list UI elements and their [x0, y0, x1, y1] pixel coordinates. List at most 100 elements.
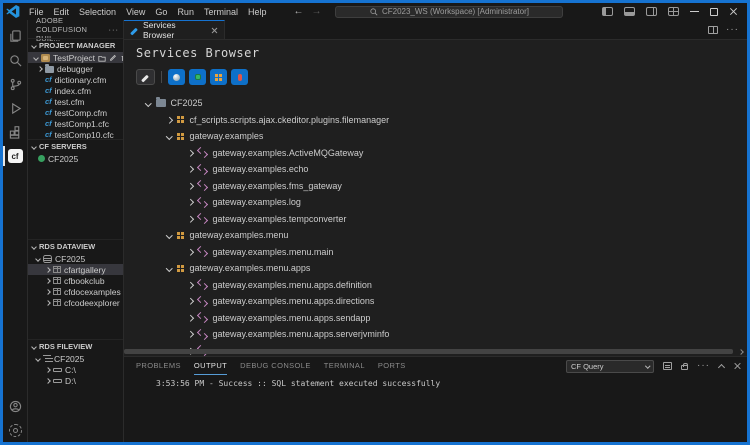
more-actions-icon[interactable]: ··· [726, 28, 739, 32]
tree-chevron-icon[interactable] [187, 331, 193, 337]
tree-chevron-icon[interactable] [166, 232, 172, 238]
restore-icon[interactable] [710, 8, 718, 16]
tab-problems[interactable]: PROBLEMS [136, 357, 181, 375]
lock-icon[interactable] [681, 365, 688, 370]
trash-icon[interactable] [120, 54, 123, 62]
toggle-panel-icon[interactable] [624, 7, 635, 16]
tree-chevron-icon[interactable] [166, 117, 172, 123]
output-log[interactable]: 3:53:56 PM - Success :: SQL statement ex… [124, 375, 747, 442]
tree-row[interactable]: gateway.examples.menu.apps.directions [136, 293, 747, 310]
back-arrow-icon[interactable]: ← [293, 6, 303, 17]
close-panel-icon[interactable] [733, 362, 741, 370]
edit-pencil-icon[interactable] [109, 54, 117, 62]
tree-row[interactable]: gateway.examples [136, 128, 747, 145]
tree-chevron-icon[interactable] [145, 100, 151, 106]
tree-chevron-icon[interactable] [166, 133, 172, 139]
coldfusion-extension-icon[interactable]: cf [3, 144, 28, 168]
sidebar-item-drive-d[interactable]: D:\ [28, 375, 123, 386]
menu-terminal[interactable]: Terminal [199, 5, 243, 19]
tab-terminal[interactable]: TERMINAL [324, 357, 365, 375]
toggle-sidebar-icon[interactable] [602, 7, 613, 16]
tree-row[interactable]: gateway.examples.menu [136, 227, 747, 244]
toggle-secondary-sidebar-icon[interactable] [646, 7, 657, 16]
tree-row[interactable]: gateway.examples.menu.main [136, 244, 747, 261]
filter-webservices-button[interactable] [168, 69, 185, 85]
settings-gear-icon[interactable] [3, 418, 28, 442]
sidebar-item-test[interactable]: cftest.cfm [28, 96, 123, 107]
tree-chevron-icon[interactable] [187, 216, 193, 222]
extensions-icon[interactable] [3, 120, 28, 144]
tree-chevron-icon[interactable] [187, 199, 193, 205]
explorer-icon[interactable] [3, 24, 28, 48]
sidebar-item-testproject[interactable]: TestProject [28, 52, 123, 63]
tree-row[interactable]: gateway.examples.tempconverter [136, 211, 747, 228]
project-manager-header[interactable]: PROJECT MANAGER [28, 39, 123, 52]
tree-chevron-icon[interactable] [187, 282, 193, 288]
rds-fileview-header[interactable]: RDS FILEVIEW [28, 340, 123, 353]
rds-dataview-header[interactable]: RDS DATAVIEW [28, 240, 123, 253]
sidebar-item-index[interactable]: cfindex.cfm [28, 85, 123, 96]
tree-chevron-icon[interactable] [166, 265, 172, 271]
forward-arrow-icon[interactable]: → [311, 6, 321, 17]
tree-chevron-icon[interactable] [187, 315, 193, 321]
minimize-icon[interactable] [690, 11, 699, 12]
sidebar-item-testcomp[interactable]: cftestComp.cfm [28, 107, 123, 118]
accounts-icon[interactable] [3, 394, 28, 418]
menu-view[interactable]: View [121, 5, 150, 19]
split-editor-icon[interactable] [708, 26, 718, 34]
sidebar-item-testcomp10[interactable]: cftestComp10.cfc [28, 129, 123, 139]
tab-debug-console[interactable]: DEBUG CONSOLE [240, 357, 311, 375]
tree-row[interactable]: gateway.examples.log [136, 194, 747, 211]
sidebar-more-actions-icon[interactable]: ··· [109, 25, 120, 34]
tab-close-icon[interactable] [211, 27, 218, 34]
tab-output[interactable]: OUTPUT [194, 357, 227, 375]
tree-row[interactable]: gateway.examples.ActiveMQGateway [136, 145, 747, 162]
sidebar-item-dictionary[interactable]: cfdictionary.cfm [28, 74, 123, 85]
tree-row[interactable]: gateway.examples.menu.apps.sendapp [136, 310, 747, 327]
tab-services-browser[interactable]: Services Browser [124, 20, 225, 39]
sidebar-item-cfartgallery[interactable]: cfartgallery [28, 264, 123, 275]
sidebar-item-fileview-cf2025[interactable]: CF2025 [28, 353, 123, 364]
menu-run[interactable]: Run [172, 5, 199, 19]
output-channel-select[interactable]: CF Query [566, 360, 654, 373]
cf-servers-header[interactable]: CF SERVERS [28, 140, 123, 153]
tree-row[interactable]: CF2025 [136, 95, 747, 112]
filter-rest-button[interactable] [231, 69, 248, 85]
menu-help[interactable]: Help [243, 5, 272, 19]
horizontal-scrollbar[interactable] [124, 349, 733, 354]
menu-go[interactable]: Go [150, 5, 172, 19]
add-folder-icon[interactable] [98, 54, 106, 62]
tree-row[interactable]: cf_scripts.scripts.ajax.ckeditor.plugins… [136, 112, 747, 129]
sidebar-item-cfdocexamples[interactable]: cfdocexamples [28, 286, 123, 297]
search-view-icon[interactable] [3, 48, 28, 72]
customize-layout-icon[interactable] [668, 7, 679, 16]
tree-row[interactable]: gateway.examples.echo [136, 161, 747, 178]
panel-more-actions-icon[interactable]: ··· [697, 364, 710, 368]
sidebar-item-testcomp1[interactable]: cftestComp1.cfc [28, 118, 123, 129]
sidebar-item-cf2025-server[interactable]: CF2025 [28, 153, 123, 164]
sidebar-item-cfbookclub[interactable]: cfbookclub [28, 275, 123, 286]
source-control-icon[interactable] [3, 72, 28, 96]
tree-chevron-icon[interactable] [187, 249, 193, 255]
sidebar-item-dataview-cf2025[interactable]: CF2025 [28, 253, 123, 264]
sidebar-item-debugger[interactable]: debugger [28, 63, 123, 74]
run-debug-icon[interactable] [3, 96, 28, 120]
tree-chevron-icon[interactable] [187, 183, 193, 189]
maximize-panel-icon[interactable] [718, 363, 725, 370]
sidebar-item-cfcodeexplorer[interactable]: cfcodeexplorer [28, 297, 123, 308]
tree-row[interactable]: gateway.examples.fms_gateway [136, 178, 747, 195]
tree-row[interactable]: gateway.examples.menu.apps.definition [136, 277, 747, 294]
sidebar-item-drive-c[interactable]: C:\ [28, 364, 123, 375]
tree-chevron-icon[interactable] [187, 166, 193, 172]
tree-row[interactable]: gateway.examples.menu.apps.serverjvminfo [136, 326, 747, 343]
tree-chevron-icon[interactable] [187, 298, 193, 304]
command-center-search[interactable]: CF2023_WS (Workspace) [Administrator] [335, 6, 563, 18]
clear-output-icon[interactable] [663, 362, 672, 370]
tree-chevron-icon[interactable] [187, 150, 193, 156]
filter-components-button[interactable] [189, 69, 206, 85]
pen-tool-button[interactable] [136, 69, 155, 85]
tab-ports[interactable]: PORTS [378, 357, 406, 375]
filter-gateways-button[interactable] [210, 69, 227, 85]
tree-row[interactable]: gateway.examples.menu.apps [136, 260, 747, 277]
close-icon[interactable] [729, 7, 738, 16]
